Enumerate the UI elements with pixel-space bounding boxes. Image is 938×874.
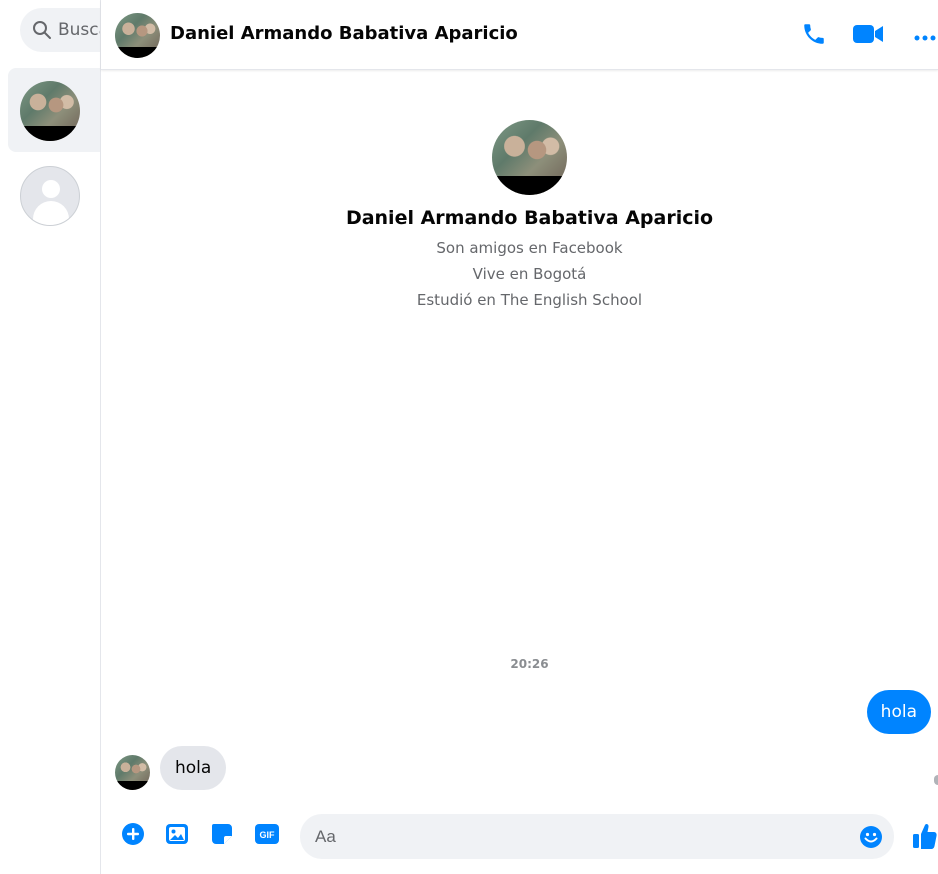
outgoing-message[interactable]: hola [866,690,931,734]
sticker-icon [210,822,234,850]
search-bar[interactable]: Busca [20,8,100,52]
conversation-sidebar: Busca [0,0,101,874]
video-call-button[interactable] [852,20,884,52]
search-input-placeholder[interactable]: Busca [58,20,100,40]
emoji-button[interactable] [859,825,883,849]
svg-text:GIF: GIF [260,830,276,840]
conversation-item-unknown[interactable] [8,153,100,237]
incoming-message[interactable]: hola [160,746,227,790]
message-timestamp: 20:26 [510,657,549,671]
profile-friendship: Son amigos en Facebook [436,239,623,257]
more-options-icon [913,27,937,46]
profile-location: Vive en Bogotá [472,265,587,283]
message-input[interactable] [300,814,894,859]
read-receipt-icon [934,775,938,785]
profile-education: Estudió en The English School [416,291,643,309]
conversation-item-daniel[interactable] [8,68,100,152]
smile-icon [859,826,883,853]
sender-avatar[interactable] [115,755,150,790]
chat-header: Daniel Armando Babativa Aparicio [101,0,938,70]
avatar [20,81,80,141]
profile-avatar[interactable] [492,120,567,195]
profile-intro: Daniel Armando Babativa Aparicio Son ami… [101,120,938,313]
search-icon [32,20,52,40]
profile-name: Daniel Armando Babativa Aparicio [345,207,714,229]
sticker-button[interactable] [209,823,235,849]
plus-circle-icon [121,822,145,850]
header-avatar[interactable] [115,13,160,58]
gif-button[interactable]: GIF [254,823,280,849]
phone-icon [801,21,827,51]
attach-photo-button[interactable] [164,823,190,849]
more-options-button[interactable] [909,20,938,52]
more-actions-button[interactable] [120,823,146,849]
thumbs-up-icon [912,823,938,854]
contact-name[interactable]: Daniel Armando Babativa Aparicio [170,23,518,44]
video-camera-icon [852,23,884,49]
gif-icon: GIF [254,823,280,849]
send-like-button[interactable] [912,822,938,850]
photo-icon [165,823,189,849]
voice-call-button[interactable] [798,20,830,52]
default-avatar [20,166,80,226]
